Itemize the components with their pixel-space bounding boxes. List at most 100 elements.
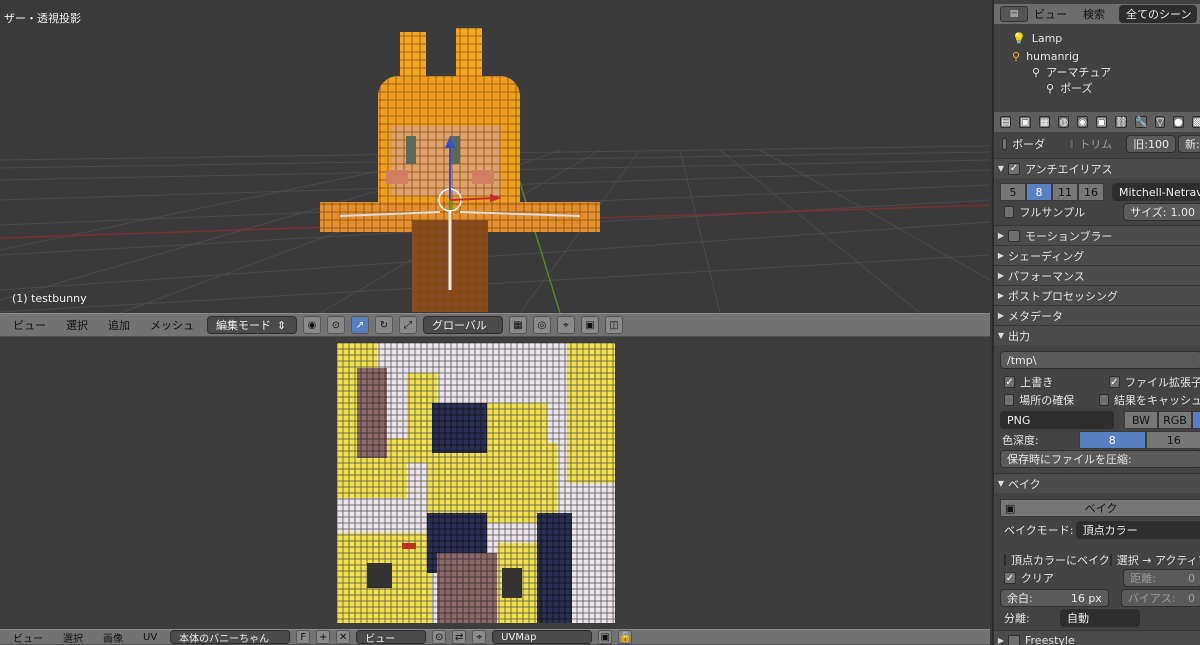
freestyle-panel[interactable]: ▶ Freestyle [994, 630, 1200, 645]
constraint-tab-icon[interactable]: ⛓ [1115, 116, 1128, 128]
crop-checkbox[interactable] [1069, 138, 1075, 150]
aa-sample-11[interactable]: 11 [1052, 183, 1078, 201]
outliner-item-lamp[interactable]: 💡 Lamp [994, 28, 1200, 48]
sync-select-icon[interactable]: ⇄ [452, 630, 467, 644]
color-mode-rgb[interactable]: RGB [1158, 411, 1192, 429]
outliner-search-menu[interactable]: 検索 [1083, 6, 1105, 22]
viewport-shading-icon[interactable]: ◉ [303, 316, 321, 334]
data-tab-icon[interactable]: ▽ [1155, 116, 1165, 128]
metadata-panel[interactable]: ▶ メタデータ [994, 305, 1200, 325]
cache-result-checkbox[interactable] [1098, 394, 1110, 406]
pivot-uv-icon[interactable]: ⊙ [432, 630, 447, 644]
depth-16[interactable]: 16 [1145, 431, 1200, 449]
uv-view-dropdown[interactable]: ビュー [356, 630, 427, 645]
uv-editor[interactable] [0, 337, 990, 629]
output-panel-header[interactable]: ▼ 出力 [994, 325, 1200, 345]
output-path-field[interactable]: /tmp\ [1000, 351, 1200, 369]
aa-filter-dropdown[interactable]: Mitchell-Netraval [1112, 183, 1200, 201]
outliner-item-pose[interactable]: ⚲ ポーズ [994, 78, 1200, 98]
proportional-icon[interactable]: ◎ [533, 316, 551, 334]
modifier-tab-icon[interactable]: 🔧 [1135, 116, 1148, 128]
distance-field[interactable]: 距離: 0 [1123, 569, 1200, 587]
lock-icon[interactable]: 🔒 [618, 630, 633, 644]
properties-editor[interactable]: ▤ ▣ ▦ ◍ ◉ ▣ ⛓ 🔧 ▽ ● ▩ ボーダ トリム 旧:100 新: ▼… [992, 112, 1200, 645]
material-tab-icon[interactable]: ● [1172, 116, 1184, 128]
bunny-model[interactable] [300, 20, 620, 313]
overwrite-checkbox[interactable]: ✓ [1004, 376, 1016, 388]
uvmap-dropdown[interactable]: UVMap [492, 630, 593, 644]
aa-sample-16[interactable]: 16 [1078, 183, 1104, 201]
channel-icon[interactable]: ▣ [598, 630, 613, 644]
shading-panel[interactable]: ▶ シェーディング [994, 245, 1200, 265]
depth-8[interactable]: 8 [1078, 431, 1146, 449]
render-icon[interactable]: ▣ [581, 316, 599, 334]
outliner[interactable]: ▤ ビュー 検索 全てのシーン 💡 Lamp ⚲ humanrig ⚲ アーマチ… [992, 0, 1200, 112]
aa-sample-5[interactable]: 5 [1000, 183, 1026, 201]
bake-panel-header[interactable]: ▼ ベイク [994, 473, 1200, 493]
new-frame-field[interactable]: 新: [1177, 135, 1200, 153]
post-processing-panel[interactable]: ▶ ポストプロセッシング [994, 285, 1200, 305]
editor-type-icon[interactable]: ▤ [1000, 6, 1028, 22]
camera-icon[interactable]: ◫ [605, 316, 623, 334]
layer-icon[interactable]: ▦ [509, 316, 527, 334]
old-frame-field[interactable]: 旧:100 [1126, 135, 1176, 153]
full-sample-checkbox[interactable] [1004, 206, 1015, 218]
selected-to-active-checkbox[interactable] [1109, 554, 1112, 566]
aa-panel-header[interactable]: ▼ ✓ アンチエイリアス [994, 158, 1200, 178]
uv-menu-uv[interactable]: UV [136, 632, 164, 643]
editor-type-icon[interactable]: ▤ [1000, 116, 1012, 128]
snap-uv-icon[interactable]: ⌖ [472, 630, 487, 644]
render-tab-icon[interactable]: ▣ [1019, 116, 1031, 128]
image-dropdown[interactable]: 本体のバニーちゃん [170, 630, 291, 645]
orientation-dropdown[interactable]: グローバル [423, 316, 503, 334]
pivot-icon[interactable]: ⊙ [327, 316, 345, 334]
file-ext-checkbox[interactable]: ✓ [1108, 376, 1120, 388]
3d-viewport[interactable]: ザー・透視投影 (1) testbunny [0, 0, 990, 313]
bake-vcol-checkbox[interactable] [1004, 554, 1006, 566]
scene-tab-icon[interactable]: ◍ [1058, 116, 1070, 128]
close-image-icon[interactable]: ✕ [336, 630, 351, 644]
aa-title: アンチエイリアス [1025, 162, 1113, 176]
bias-field[interactable]: バイアス: 0 [1120, 589, 1200, 607]
color-mode-rgba[interactable] [1192, 411, 1200, 429]
border-checkbox[interactable] [1002, 138, 1008, 150]
menu-view[interactable]: ビュー [6, 317, 53, 333]
uv-menu-view[interactable]: ビュー [6, 630, 50, 645]
object-tab-icon[interactable]: ▣ [1095, 116, 1108, 128]
manipulator-scale-icon[interactable]: ⤢ [399, 316, 417, 334]
uv-menu-select[interactable]: 選択 [56, 630, 90, 645]
placeholders-checkbox[interactable] [1004, 394, 1015, 406]
motion-blur-checkbox[interactable] [1008, 229, 1020, 242]
scene-filter-dropdown[interactable]: 全てのシーン [1119, 5, 1197, 23]
freestyle-checkbox[interactable] [1008, 634, 1020, 645]
split-dropdown[interactable]: 自動 [1060, 609, 1140, 627]
manipulator-rotate-icon[interactable]: ↻ [375, 316, 393, 334]
bake-mode-dropdown[interactable]: 頂点カラー [1075, 521, 1200, 539]
texture-tab-icon[interactable]: ▩ [1191, 116, 1200, 128]
aa-checkbox[interactable]: ✓ [1008, 162, 1020, 175]
manipulator-translate-icon[interactable]: ↗ [351, 316, 369, 334]
aa-sample-8[interactable]: 8 [1026, 183, 1052, 201]
new-image-icon[interactable]: + [316, 630, 331, 644]
format-dropdown[interactable]: PNG [1000, 411, 1114, 429]
world-tab-icon[interactable]: ◉ [1077, 116, 1088, 128]
motion-blur-panel[interactable]: ▶ モーションブラー [994, 225, 1200, 245]
snap-icon[interactable]: ⌖ [557, 316, 575, 334]
color-mode-bw[interactable]: BW [1124, 411, 1158, 429]
compress-field[interactable]: 保存時にファイルを圧縮: [1000, 450, 1200, 468]
margin-field[interactable]: 余白: 16 px [1000, 589, 1109, 607]
menu-add[interactable]: 追加 [101, 317, 137, 333]
uv-menu-image[interactable]: 画像 [96, 630, 130, 645]
fake-user-toggle[interactable]: F [296, 630, 311, 644]
menu-mesh[interactable]: メッシュ [143, 317, 201, 333]
performance-panel[interactable]: ▶ パフォーマンス [994, 265, 1200, 285]
clear-checkbox[interactable]: ✓ [1004, 572, 1016, 584]
mode-dropdown[interactable]: 編集モード ⇕ [207, 316, 297, 334]
filter-size-field[interactable]: サイズ: 1.00 [1123, 203, 1200, 221]
split-label: 分離: [1004, 612, 1030, 625]
menu-select[interactable]: 選択 [59, 317, 95, 333]
layers-tab-icon[interactable]: ▦ [1038, 116, 1051, 128]
bake-button[interactable]: ▣ ベイク [1000, 499, 1200, 517]
uv-texture-map[interactable] [337, 343, 615, 623]
outliner-view-menu[interactable]: ビュー [1034, 6, 1067, 22]
